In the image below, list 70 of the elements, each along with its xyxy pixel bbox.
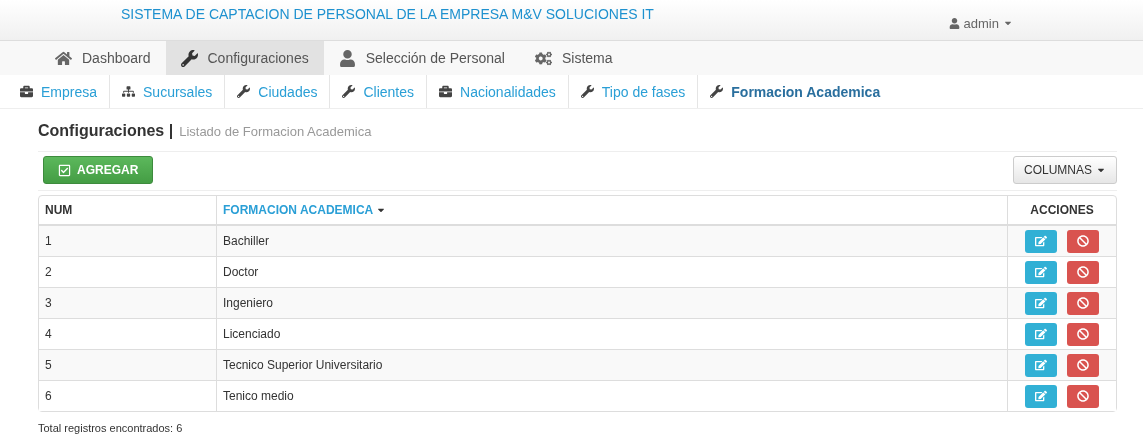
wrench-icon bbox=[710, 85, 724, 98]
table-cell: 4 bbox=[39, 318, 216, 349]
edit-button[interactable] bbox=[1025, 229, 1057, 253]
column-header[interactable]: FORMACION ACADEMICA bbox=[216, 196, 1007, 225]
ban-icon bbox=[1077, 390, 1089, 402]
edit-button[interactable] bbox=[1025, 353, 1057, 377]
wrench-icon bbox=[342, 85, 356, 98]
table-cell: Doctor bbox=[216, 256, 1007, 287]
edit-button[interactable] bbox=[1025, 322, 1057, 346]
table-cell: Tecnico Superior Universitario bbox=[216, 349, 1007, 380]
table-cell: Licenciado bbox=[216, 318, 1007, 349]
ban-icon bbox=[1077, 328, 1089, 340]
wrench-icon bbox=[237, 85, 251, 98]
table-cell: Bachiller bbox=[216, 225, 1007, 256]
system-title: SISTEMA DE CAPTACION DE PERSONAL DE LA EMPRESA M&V SOLUCIONES IT bbox=[121, 6, 654, 22]
edit-icon bbox=[1035, 266, 1047, 278]
user-icon bbox=[948, 17, 960, 29]
page-subtitle: Listado de Formacion Academica bbox=[179, 124, 372, 139]
table-cell: Tenico medio bbox=[216, 380, 1007, 411]
table-cell: 1 bbox=[39, 225, 216, 256]
wrench-icon bbox=[180, 49, 198, 67]
edit-icon bbox=[1035, 328, 1047, 340]
nav-tab[interactable]: Sistema bbox=[520, 41, 628, 75]
ban-icon bbox=[1077, 266, 1089, 278]
edit-icon bbox=[1035, 390, 1047, 402]
user-icon bbox=[338, 49, 356, 67]
nav-tab[interactable]: Selección de Personal bbox=[323, 41, 520, 75]
delete-button[interactable] bbox=[1067, 353, 1099, 377]
gears-icon bbox=[535, 49, 552, 67]
delete-button[interactable] bbox=[1067, 229, 1099, 253]
nav-tab[interactable]: Configuraciones bbox=[165, 41, 324, 75]
edit-button[interactable] bbox=[1025, 291, 1057, 315]
briefcase-icon bbox=[439, 85, 453, 98]
wrench-icon bbox=[580, 85, 594, 98]
edit-button[interactable] bbox=[1025, 384, 1057, 408]
delete-button[interactable] bbox=[1067, 384, 1099, 408]
edit-icon bbox=[1035, 359, 1047, 371]
table-cell: 3 bbox=[39, 287, 216, 318]
subnav-tab[interactable]: Empresa bbox=[8, 75, 111, 108]
subnav-tab[interactable]: Sucursales bbox=[110, 75, 226, 108]
column-header: ACCIONES bbox=[1007, 196, 1116, 225]
table-cell: 6 bbox=[39, 380, 216, 411]
checkbox-icon bbox=[58, 163, 71, 177]
table-cell: 2 bbox=[39, 256, 216, 287]
table-cell: Ingeniero bbox=[216, 287, 1007, 318]
subnav-tab[interactable]: Clientes bbox=[330, 75, 428, 108]
subnav-tab[interactable]: Formacion Academica bbox=[698, 75, 893, 108]
ban-icon bbox=[1077, 297, 1089, 309]
total-records: Total registros encontrados: 6 bbox=[38, 421, 184, 434]
user-menu[interactable]: admin bbox=[948, 15, 1013, 31]
edit-icon bbox=[1035, 235, 1047, 247]
column-header: NUM bbox=[39, 196, 216, 225]
subnav-tab[interactable]: Nacionalidades bbox=[427, 75, 569, 108]
home-icon bbox=[55, 49, 72, 67]
ban-icon bbox=[1077, 359, 1089, 371]
delete-button[interactable] bbox=[1067, 291, 1099, 315]
nav-tab[interactable]: Dashboard bbox=[40, 41, 166, 75]
columns-button[interactable]: COLUMNAS bbox=[1013, 156, 1117, 184]
edit-icon bbox=[1035, 297, 1047, 309]
subnav-tab[interactable]: Ciudades bbox=[225, 75, 331, 108]
ban-icon bbox=[1077, 235, 1089, 247]
subnav-tab[interactable]: Tipo de fases bbox=[568, 75, 699, 108]
table-cell: 5 bbox=[39, 349, 216, 380]
delete-button[interactable] bbox=[1067, 322, 1099, 346]
briefcase-icon bbox=[20, 85, 33, 98]
page-title: Configuraciones | bbox=[38, 122, 174, 140]
delete-button[interactable] bbox=[1067, 260, 1099, 284]
sitemap-icon bbox=[122, 85, 136, 98]
edit-button[interactable] bbox=[1025, 260, 1057, 284]
add-button[interactable]: AGREGAR bbox=[43, 156, 154, 184]
